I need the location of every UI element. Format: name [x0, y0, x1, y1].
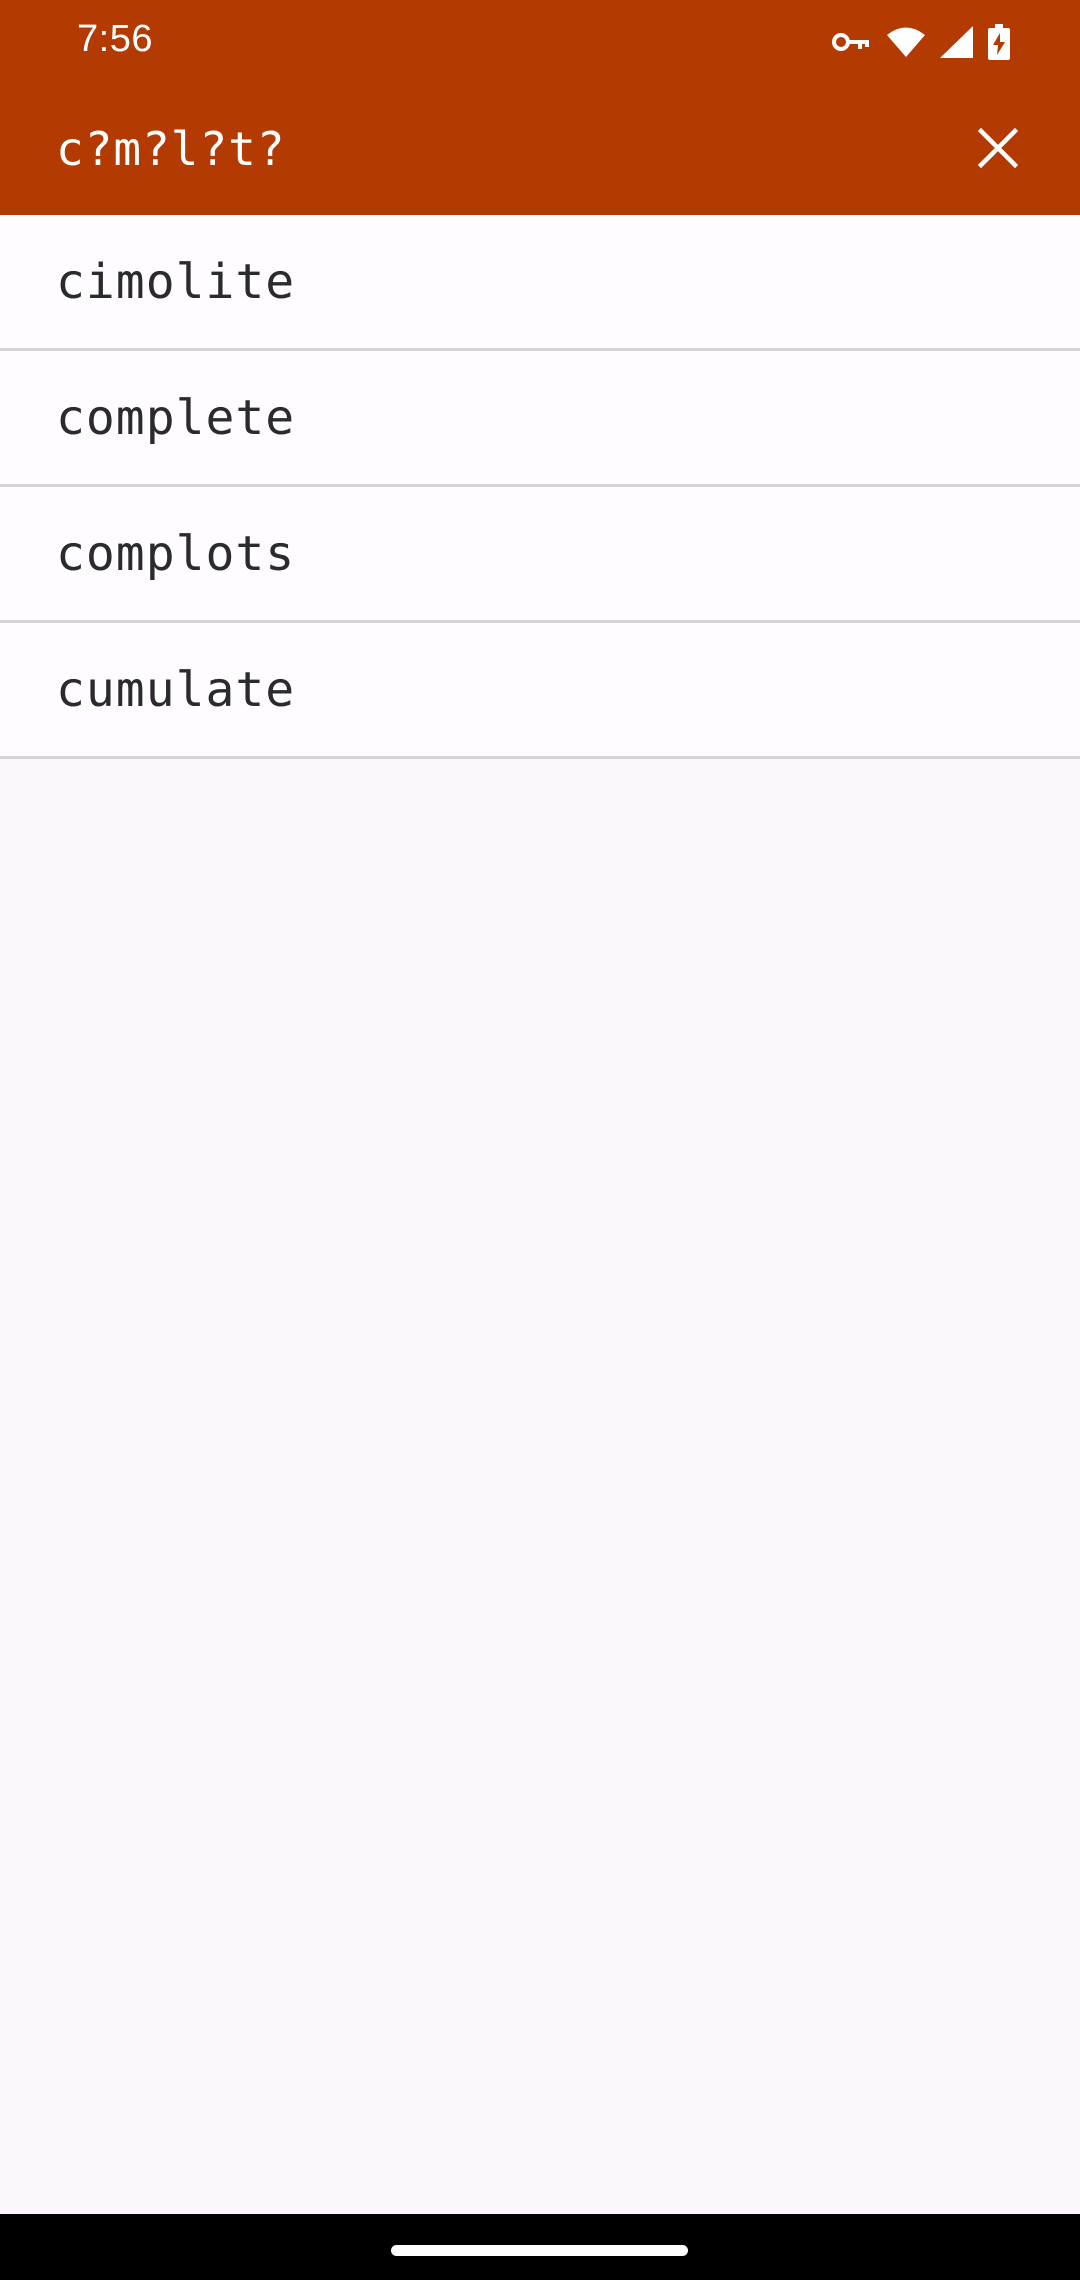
vpn-key-icon	[832, 30, 872, 54]
list-item[interactable]: complete	[0, 351, 1080, 487]
list-item[interactable]: cumulate	[0, 623, 1080, 759]
wifi-icon	[886, 26, 926, 58]
navigation-bar	[0, 2214, 1080, 2280]
list-item[interactable]: cimolite	[0, 215, 1080, 351]
app-bar: c?m?l?t?	[0, 84, 1080, 215]
result-word: complete	[56, 389, 296, 446]
home-gesture-handle[interactable]	[391, 2245, 688, 2256]
status-bar: 7:56	[0, 0, 1080, 84]
close-icon	[977, 127, 1019, 172]
list-item[interactable]: complots	[0, 487, 1080, 623]
result-word: complots	[56, 525, 296, 582]
app-screen: 7:56 c?m?l?t? cimolite complete complots…	[0, 0, 1080, 2280]
result-word: cimolite	[56, 253, 296, 310]
status-time: 7:56	[77, 18, 153, 60]
close-button[interactable]	[956, 108, 1040, 192]
result-word: cumulate	[56, 661, 296, 718]
search-query[interactable]: c?m?l?t?	[56, 122, 286, 176]
results-list: cimolite complete complots cumulate	[0, 215, 1080, 759]
status-icons	[832, 22, 1010, 62]
battery-charging-icon	[988, 24, 1010, 60]
cell-signal-icon	[940, 26, 974, 58]
